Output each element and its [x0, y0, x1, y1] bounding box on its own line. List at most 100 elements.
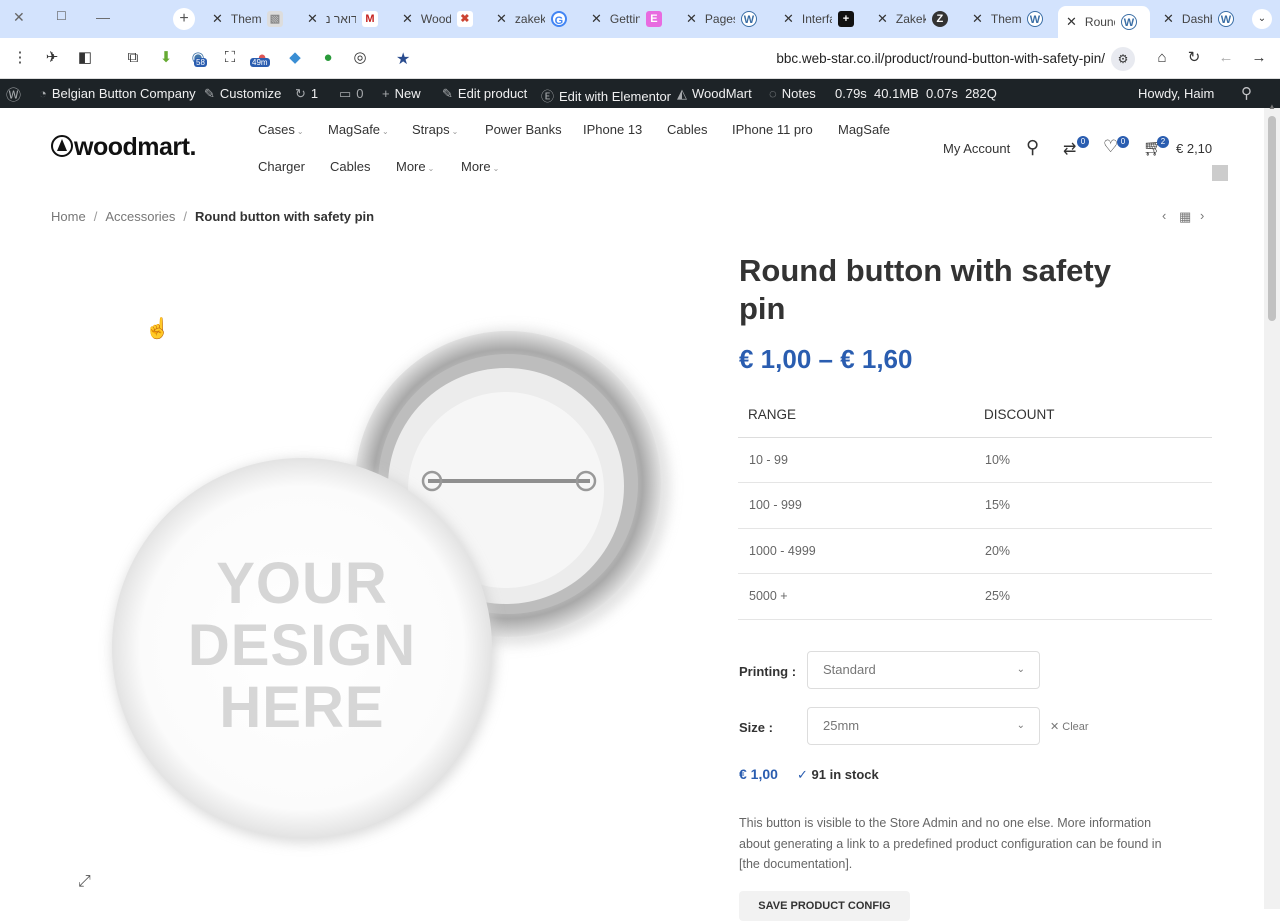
extension-badge: 58 [194, 58, 207, 67]
nav-item-cables-2[interactable]: Cables [330, 159, 370, 174]
browser-tab[interactable]: ✕ Zakek Z [877, 8, 953, 30]
home-icon[interactable]: ⌂ [1152, 48, 1172, 68]
nav-item-cables[interactable]: Cables [667, 122, 707, 137]
my-account-link[interactable]: My Account [943, 141, 1010, 156]
admin-customize[interactable]: ✎ Customize [204, 86, 281, 102]
close-tab-icon[interactable]: ✕ [1163, 11, 1174, 27]
user-avatar[interactable] [1212, 165, 1228, 181]
printing-select[interactable]: Standard ⌄ [807, 651, 1040, 689]
nav-item-magsafe[interactable]: MagSafe ⌄ [328, 122, 389, 137]
nav-item-iphone-13[interactable]: IPhone 13 [583, 122, 642, 137]
browser-tab[interactable]: ✕ דואר נM [307, 8, 383, 30]
tab-search-chevron-icon[interactable]: ⌄ [1252, 9, 1272, 29]
nav-item-cases[interactable]: Cases ⌄ [258, 122, 304, 137]
back-to-shop-grid-icon[interactable]: ▦ [1179, 209, 1191, 225]
nav-item-more-2[interactable]: More ⌄ [461, 159, 499, 174]
browser-tab[interactable]: ✕DashbW [1163, 8, 1239, 30]
browser-tab-active[interactable]: ✕RoundW [1058, 6, 1150, 38]
forward-icon[interactable]: → [1249, 48, 1269, 68]
admin-updates[interactable]: ↻ 1 [295, 86, 318, 102]
close-tab-icon[interactable]: ✕ [877, 11, 888, 27]
browser-tab[interactable]: ✕ zakek G [496, 8, 572, 30]
screenshot-icon[interactable]: ⛶ [220, 48, 240, 68]
extension-icon[interactable]: ◆ [285, 48, 305, 68]
address-bar[interactable]: ★ bbc.web-star.co.il/product/round-butto… [378, 44, 1141, 74]
close-tab-icon[interactable]: ✕ [307, 11, 318, 27]
browser-tab[interactable]: ✕ThemeW [972, 8, 1048, 30]
browser-tab[interactable]: ✕PagesW [686, 8, 762, 30]
scrollbar-thumb[interactable] [1268, 116, 1276, 321]
search-icon[interactable]: ⚲ [1241, 84, 1252, 102]
pencil-icon: ✎ [442, 86, 453, 101]
checkmark-icon: ✓ [797, 767, 808, 782]
nav-item-magsafe-2[interactable]: MagSafe [838, 122, 890, 137]
browser-tab[interactable]: ✕Theme▧ [212, 8, 288, 30]
previous-product-icon[interactable]: ‹ [1162, 208, 1166, 223]
nav-item-power-banks[interactable]: Power Banks [485, 122, 562, 137]
admin-edit-elementor[interactable]: Ⓔ Edit with Elementor [541, 86, 671, 105]
minimize-window-icon[interactable]: — [96, 9, 110, 25]
nav-item-straps[interactable]: Straps ⌄ [412, 122, 458, 137]
wordpress-favicon-icon: W [1120, 14, 1137, 30]
side-panel-icon[interactable]: ◧ [75, 48, 95, 68]
next-product-icon[interactable]: › [1200, 208, 1204, 223]
admin-howdy[interactable]: Howdy, Haim [1138, 86, 1214, 101]
extension-icon[interactable]: ● [318, 48, 338, 68]
close-tab-icon[interactable]: ✕ [591, 11, 602, 27]
cart-total[interactable]: € 2,10 [1176, 141, 1212, 156]
extensions-icon[interactable]: ⧉ [123, 48, 143, 68]
admin-comments[interactable]: ▭ 0 [339, 86, 364, 102]
save-product-config-button[interactable]: SAVE PRODUCT CONFIG [739, 891, 910, 921]
site-logo[interactable]: woodmart. [51, 133, 196, 162]
browser-tab[interactable]: ✕ Gettin E [591, 8, 667, 30]
compare-icon[interactable]: ⇄ [1063, 139, 1076, 159]
woodmart-icon: ◭ [677, 86, 687, 101]
close-tab-icon[interactable]: ✕ [686, 11, 697, 27]
nav-item-iphone-11-pro[interactable]: IPhone 11 pro [732, 122, 813, 137]
elementor-icon: Ⓔ [541, 89, 555, 104]
chevron-down-icon: ⌄ [1016, 664, 1025, 675]
url-text[interactable]: bbc.web-star.co.il/product/round-button-… [776, 51, 1105, 66]
product-image[interactable]: YOUR DESIGN HERE [60, 255, 700, 909]
close-tab-icon[interactable]: ✕ [402, 11, 413, 27]
page-scrollbar[interactable]: ▲ [1264, 102, 1280, 909]
clear-selection-button[interactable]: ✕ Clear [1050, 720, 1089, 733]
browser-tab[interactable]: ✕Interfa+ [783, 8, 859, 30]
nav-item-more[interactable]: More ⌄ [396, 159, 434, 174]
close-tab-icon[interactable]: ✕ [212, 11, 223, 27]
extension-icon[interactable]: ⬇ [156, 48, 176, 68]
scroll-up-arrow-icon[interactable]: ▲ [1268, 102, 1276, 111]
admin-notice-text: This button is visible to the Store Admi… [739, 816, 1162, 871]
admin-new[interactable]: + New [382, 86, 421, 101]
size-select[interactable]: 25mm ⌄ [807, 707, 1040, 745]
stock-status: ✓ 91 in stock [797, 767, 879, 782]
breadcrumb-category[interactable]: Accessories [105, 209, 175, 224]
new-tab-button[interactable]: + [173, 8, 195, 30]
site-settings-icon[interactable]: ⚙ [1111, 47, 1135, 71]
fullscreen-expand-icon[interactable]: ⤢ [78, 873, 91, 891]
admin-site-name[interactable]: ◔ Belgian Button Company [39, 86, 196, 101]
wordpress-logo-icon[interactable]: Ⓦ [6, 84, 21, 105]
close-tab-icon[interactable]: ✕ [783, 11, 794, 27]
query-monitor-stats[interactable]: 0.79s 40.1MB 0.07s 282Q [835, 86, 997, 101]
nav-item-charger[interactable]: Charger [258, 159, 305, 174]
restore-window-icon[interactable]: ☐ [56, 9, 67, 23]
wishlist-heart-icon[interactable]: ♡ [1103, 137, 1118, 157]
browser-tab[interactable]: ✕ Wood ✖ [402, 8, 478, 30]
bookmark-star-icon[interactable]: ★ [396, 49, 410, 69]
admin-edit-product[interactable]: ✎ Edit product [442, 86, 527, 102]
close-tab-icon[interactable]: ✕ [496, 11, 507, 27]
back-icon[interactable]: ← [1216, 48, 1236, 68]
extension-icon[interactable]: ◎ [350, 48, 370, 68]
reading-list-icon[interactable]: ✈ [42, 48, 62, 68]
close-tab-icon[interactable]: ✕ [972, 11, 983, 27]
admin-woodmart[interactable]: ◭ WoodMart [677, 86, 752, 102]
close-icon: ✕ [1050, 721, 1060, 733]
breadcrumb-home[interactable]: Home [51, 209, 86, 224]
reload-icon[interactable]: ↻ [1184, 48, 1204, 68]
admin-notes[interactable]: ◌ Notes [769, 86, 816, 101]
close-window-icon[interactable]: ✕ [13, 9, 25, 26]
browser-menu-icon[interactable]: ⋮ [10, 48, 30, 68]
close-tab-icon[interactable]: ✕ [1066, 14, 1077, 30]
search-icon[interactable]: ⚲ [1026, 137, 1039, 158]
